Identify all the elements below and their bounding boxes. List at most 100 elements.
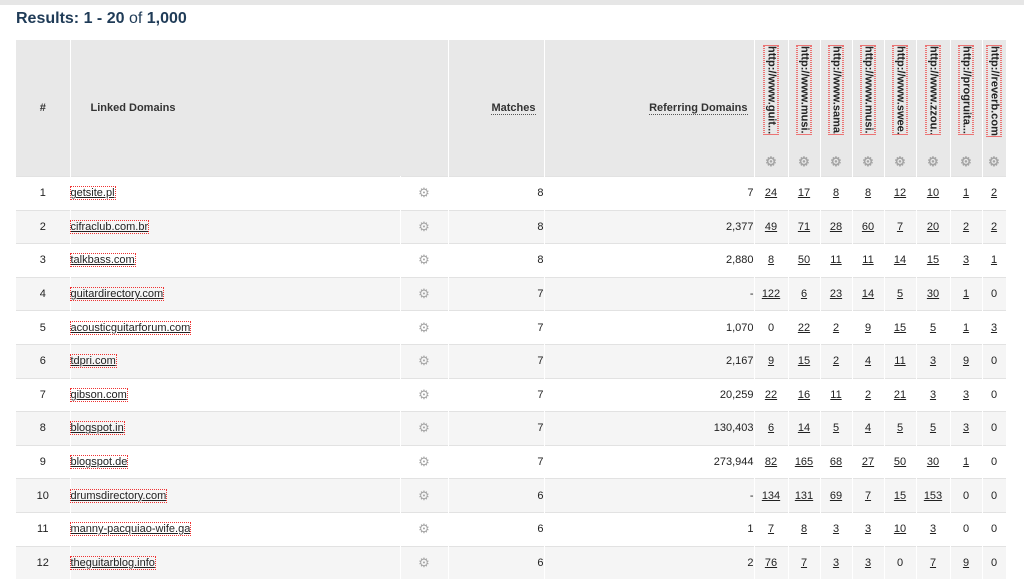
site-count-link[interactable]: 3 <box>865 523 871 535</box>
linked-domain-link[interactable]: tdpri.com <box>69 354 117 369</box>
site-count-link[interactable]: 5 <box>930 322 936 334</box>
site-count-link[interactable]: 153 <box>924 490 942 502</box>
site-count-link[interactable]: 6 <box>801 288 807 300</box>
site-count-link[interactable]: 3 <box>991 322 997 334</box>
site-count-link[interactable]: 8 <box>833 187 839 199</box>
gear-icon[interactable]: ⚙ <box>400 343 449 379</box>
site-header-label[interactable]: http://www.musi... <box>860 45 876 135</box>
gear-icon[interactable]: ⚙ <box>400 511 449 547</box>
site-count-link[interactable]: 27 <box>862 456 874 468</box>
site-count-link[interactable]: 2 <box>865 389 871 401</box>
site-count-link[interactable]: 1 <box>963 322 969 334</box>
site-count-link[interactable]: 7 <box>897 221 903 233</box>
site-count-link[interactable]: 1 <box>963 187 969 199</box>
site-count-link[interactable]: 10 <box>894 523 906 535</box>
site-header-label[interactable]: http://www.zzou... <box>925 45 941 135</box>
linked-domain-link[interactable]: theguitarblog.info <box>69 555 156 570</box>
site-count-link[interactable]: 8 <box>768 254 774 266</box>
column-header-site-3[interactable]: http://www.sama... ⚙ <box>820 40 853 177</box>
site-count-link[interactable]: 15 <box>798 355 810 367</box>
site-count-link[interactable]: 8 <box>865 187 871 199</box>
linked-domain-link[interactable]: acousticguitarforum.com <box>69 320 192 335</box>
site-count-link[interactable]: 3 <box>865 557 871 569</box>
site-count-link[interactable]: 23 <box>830 288 842 300</box>
site-count-link[interactable]: 8 <box>801 523 807 535</box>
site-count-link[interactable]: 28 <box>830 221 842 233</box>
site-count-link[interactable]: 17 <box>798 187 810 199</box>
site-count-link[interactable]: 22 <box>765 389 777 401</box>
site-count-link[interactable]: 3 <box>963 254 969 266</box>
column-header-site-2[interactable]: http://www.musi... ⚙ <box>788 40 821 177</box>
site-header-label[interactable]: http://www.sama... <box>828 45 844 135</box>
site-count-link[interactable]: 82 <box>765 456 777 468</box>
linked-domain-link[interactable]: talkbass.com <box>69 253 136 268</box>
site-count-link[interactable]: 3 <box>930 523 936 535</box>
gear-icon[interactable]: ⚙ <box>894 155 906 168</box>
site-count-link[interactable]: 165 <box>795 456 813 468</box>
site-count-link[interactable]: 50 <box>894 456 906 468</box>
site-count-link[interactable]: 69 <box>830 490 842 502</box>
site-count-link[interactable]: 5 <box>897 422 903 434</box>
site-count-link[interactable]: 131 <box>795 490 813 502</box>
gear-icon[interactable]: ⚙ <box>400 243 449 278</box>
site-count-link[interactable]: 2 <box>833 322 839 334</box>
site-count-link[interactable]: 15 <box>927 254 939 266</box>
linked-domain-link[interactable]: cifraclub.com.br <box>69 219 150 234</box>
site-count-link[interactable]: 15 <box>894 490 906 502</box>
site-count-link[interactable]: 11 <box>894 355 905 367</box>
site-count-link[interactable]: 3 <box>963 422 969 434</box>
column-header-site-1[interactable]: http://www.guit... ⚙ <box>754 40 789 177</box>
site-count-link[interactable]: 60 <box>862 221 874 233</box>
column-header-linked-domains[interactable]: Linked Domains <box>70 40 449 177</box>
site-count-link[interactable]: 11 <box>862 254 873 266</box>
gear-icon[interactable]: ⚙ <box>400 209 449 244</box>
site-count-link[interactable]: 30 <box>927 456 939 468</box>
site-count-link[interactable]: 134 <box>762 490 780 502</box>
site-count-link[interactable]: 4 <box>865 355 871 367</box>
site-count-link[interactable]: 22 <box>798 322 810 334</box>
site-count-link[interactable]: 21 <box>894 389 906 401</box>
site-count-link[interactable]: 2 <box>991 221 997 233</box>
site-count-link[interactable]: 14 <box>894 254 906 266</box>
site-count-link[interactable]: 5 <box>833 422 839 434</box>
site-count-link[interactable]: 24 <box>765 187 777 199</box>
site-count-link[interactable]: 3 <box>963 389 969 401</box>
gear-icon[interactable]: ⚙ <box>400 276 449 311</box>
site-count-link[interactable]: 3 <box>833 523 839 535</box>
site-count-link[interactable]: 71 <box>798 221 810 233</box>
column-header-site-5[interactable]: http://www.swee... ⚙ <box>884 40 917 177</box>
column-header-site-4[interactable]: http://www.musi... ⚙ <box>852 40 885 177</box>
site-count-link[interactable]: 9 <box>768 355 774 367</box>
linked-domain-link[interactable]: guitardirectory.com <box>69 287 165 302</box>
site-count-link[interactable]: 7 <box>865 490 871 502</box>
site-count-link[interactable]: 11 <box>830 389 841 401</box>
site-count-link[interactable]: 3 <box>930 355 936 367</box>
gear-icon[interactable]: ⚙ <box>960 155 972 168</box>
site-count-link[interactable]: 30 <box>927 288 939 300</box>
gear-icon[interactable]: ⚙ <box>798 155 810 168</box>
site-count-link[interactable]: 9 <box>963 355 969 367</box>
linked-domain-link[interactable]: manny-pacquiao-wife.ga <box>69 522 192 537</box>
column-header-site-6[interactable]: http://www.zzou... ⚙ <box>916 40 951 177</box>
gear-icon[interactable]: ⚙ <box>400 444 449 479</box>
site-count-link[interactable]: 49 <box>765 221 777 233</box>
site-header-label[interactable]: http://progruita... <box>958 45 974 135</box>
site-count-link[interactable]: 5 <box>897 288 903 300</box>
site-count-link[interactable]: 1 <box>963 288 969 300</box>
site-header-label[interactable]: http://www.guit... <box>763 45 779 135</box>
site-count-link[interactable]: 2 <box>833 355 839 367</box>
site-count-link[interactable]: 68 <box>830 456 842 468</box>
gear-icon[interactable]: ⚙ <box>862 155 874 168</box>
column-header-referring-domains[interactable]: Referring Domains <box>544 40 755 177</box>
site-count-link[interactable]: 3 <box>930 389 936 401</box>
site-count-link[interactable]: 7 <box>768 523 774 535</box>
gear-icon[interactable]: ⚙ <box>400 176 449 211</box>
site-count-link[interactable]: 76 <box>765 557 777 569</box>
site-count-link[interactable]: 2 <box>991 187 997 199</box>
site-count-link[interactable]: 1 <box>963 456 969 468</box>
site-count-link[interactable]: 1 <box>991 254 997 266</box>
site-count-link[interactable]: 9 <box>963 557 969 569</box>
site-count-link[interactable]: 15 <box>894 322 906 334</box>
linked-domain-link[interactable]: getsite.pl <box>69 186 116 201</box>
site-count-link[interactable]: 4 <box>865 422 871 434</box>
